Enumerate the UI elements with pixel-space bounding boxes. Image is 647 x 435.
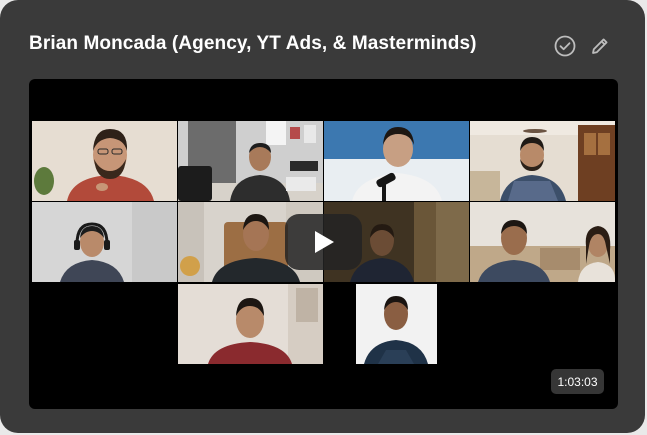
participant-tile <box>324 121 469 201</box>
pencil-icon[interactable] <box>588 34 612 58</box>
participant-tile <box>470 121 615 201</box>
participant-tile <box>178 121 323 201</box>
participant-tile <box>178 284 323 364</box>
participant-tile <box>324 284 469 364</box>
check-circle-icon[interactable] <box>553 34 577 58</box>
video-card: Brian Moncada (Agency, YT Ads, & Masterm… <box>0 0 645 433</box>
play-icon <box>314 231 334 253</box>
participant-tile <box>32 121 177 201</box>
play-button[interactable] <box>285 214 362 270</box>
participant-tile <box>32 202 177 282</box>
video-title: Brian Moncada (Agency, YT Ads, & Masterm… <box>29 33 477 54</box>
participant-tile <box>470 202 615 282</box>
duration-badge: 1:03:03 <box>551 369 604 394</box>
video-player[interactable]: 1:03:03 <box>29 79 618 409</box>
